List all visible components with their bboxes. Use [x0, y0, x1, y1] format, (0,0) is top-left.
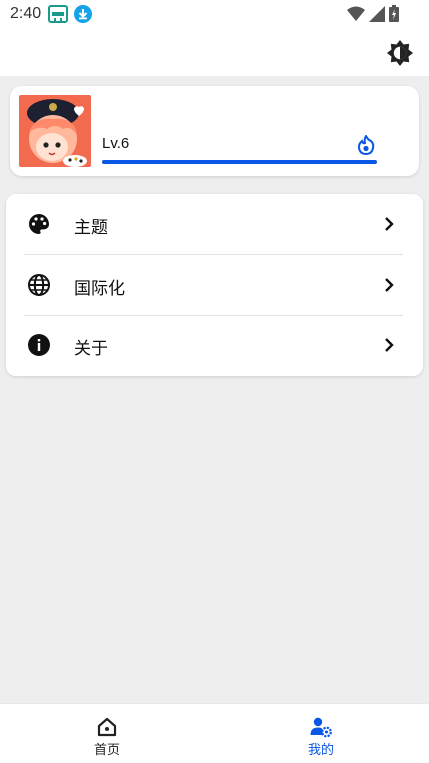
settings-menu: 主题 国际化 关于	[6, 194, 423, 376]
menu-item-label: 国际化	[74, 279, 125, 299]
app-notification-icon	[48, 5, 68, 27]
battery-icon	[389, 5, 399, 26]
fire-icon	[357, 134, 375, 156]
menu-item-theme[interactable]: 主题	[6, 194, 423, 254]
brightness-icon	[387, 40, 413, 70]
level-progress-fill	[102, 160, 377, 164]
status-bar: 2:40	[0, 0, 429, 30]
menu-item-about[interactable]: 关于	[6, 315, 423, 375]
wifi-icon	[347, 6, 365, 26]
chevron-right-icon	[383, 276, 395, 294]
avatar[interactable]	[19, 95, 91, 167]
nav-mine-label: 我的	[307, 743, 334, 758]
status-time: 2:40	[10, 5, 42, 22]
palette-icon	[27, 212, 51, 236]
level-progress-bar	[102, 160, 377, 164]
download-icon	[74, 5, 92, 27]
user-settings-icon	[310, 716, 332, 738]
menu-item-label: 关于	[74, 339, 108, 359]
chevron-right-icon	[383, 336, 395, 354]
info-icon	[27, 333, 51, 357]
nav-home-label: 首页	[93, 743, 120, 758]
theme-toggle-button[interactable]	[387, 40, 413, 66]
chevron-right-icon	[383, 215, 395, 233]
signal-icon	[369, 5, 385, 26]
level-label: Lv.6	[102, 135, 130, 152]
globe-icon	[27, 273, 51, 297]
profile-card[interactable]: Lv.6	[10, 86, 419, 176]
home-icon	[96, 716, 118, 738]
app-header: 2:40	[0, 0, 429, 76]
menu-item-i18n[interactable]: 国际化	[6, 255, 423, 315]
bottom-navigation: 首页 我的	[0, 703, 429, 763]
nav-mine[interactable]: 我的	[214, 704, 428, 763]
menu-item-label: 主题	[74, 218, 108, 238]
nav-home[interactable]: 首页	[0, 704, 214, 763]
